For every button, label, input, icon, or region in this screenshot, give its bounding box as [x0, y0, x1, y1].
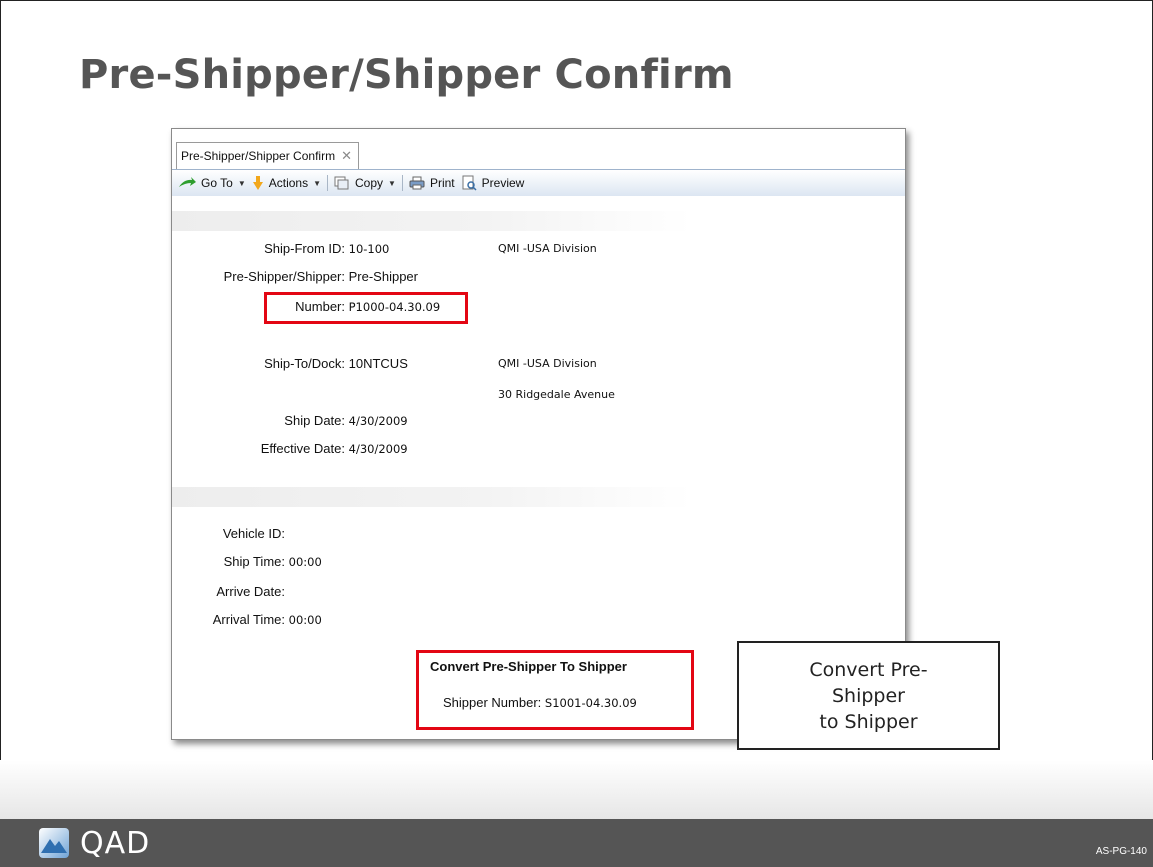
- footer-fade: [0, 760, 1153, 820]
- effective-date-field: Effective Date: 4/30/2009: [172, 441, 408, 456]
- ship-to-description-1: QMI -USA Division: [498, 357, 597, 370]
- number-highlight-box: [264, 292, 468, 324]
- printer-icon: [409, 176, 425, 190]
- vehicle-id-label: Vehicle ID:: [222, 526, 285, 541]
- ship-from-value[interactable]: 10-100: [349, 242, 390, 256]
- shipper-type-field: Pre-Shipper/Shipper: Pre-Shipper: [172, 269, 418, 284]
- arrival-time-label: Arrival Time:: [212, 612, 285, 627]
- vehicle-id-field: Vehicle ID:: [172, 526, 285, 541]
- print-label: Print: [429, 176, 455, 190]
- callout-line-2: Shipper: [831, 684, 905, 707]
- chevron-down-icon: ▼: [313, 178, 322, 188]
- ship-time-label: Ship Time:: [223, 554, 285, 569]
- actions-label: Actions: [268, 176, 309, 190]
- toolbar: Go To ▼ Actions ▼ Copy ▼ Print Preview: [172, 170, 905, 196]
- arrival-time-field: Arrival Time: 00:00: [172, 612, 322, 627]
- arrival-time-value[interactable]: 00:00: [289, 613, 322, 627]
- goto-label: Go To: [201, 176, 233, 190]
- effective-date-label: Effective Date:: [260, 441, 345, 456]
- callout-box: Convert Pre- Shipper to Shipper: [737, 641, 1000, 750]
- arrive-date-label: Arrive Date:: [216, 584, 285, 599]
- header-section-bar: [172, 211, 692, 231]
- preview-label: Preview: [481, 176, 525, 190]
- toolbar-divider: [401, 175, 403, 191]
- copy-icon: [334, 176, 349, 190]
- shipper-type-value[interactable]: Pre-Shipper: [349, 269, 418, 284]
- preview-icon: [462, 175, 477, 191]
- tab-label: Pre-Shipper/Shipper Confirm: [181, 149, 336, 163]
- ship-to-value[interactable]: 10NTCUS: [349, 356, 408, 371]
- ship-from-description: QMI -USA Division: [498, 242, 597, 255]
- convert-highlight-box: [416, 650, 694, 730]
- actions-icon: [252, 176, 263, 190]
- tab-strip: Pre-Shipper/Shipper Confirm ✕: [172, 129, 905, 170]
- chevron-down-icon: ▼: [388, 178, 396, 188]
- qad-logo: QAD: [38, 825, 151, 861]
- ship-date-field: Ship Date: 4/30/2009: [172, 413, 408, 428]
- ship-to-field: Ship-To/Dock: 10NTCUS: [172, 356, 408, 371]
- qad-logo-icon: [39, 828, 69, 858]
- shipper-type-label: Pre-Shipper/Shipper:: [223, 269, 345, 284]
- ship-date-value[interactable]: 4/30/2009: [349, 414, 408, 428]
- slide-title: Pre-Shipper/Shipper Confirm: [79, 52, 734, 98]
- arrive-date-field: Arrive Date:: [172, 584, 285, 599]
- tab-pre-shipper-confirm[interactable]: Pre-Shipper/Shipper Confirm ✕: [176, 142, 359, 169]
- callout-line-1: Convert Pre-: [809, 658, 928, 681]
- toolbar-divider: [327, 175, 329, 191]
- preview-button[interactable]: Preview: [461, 175, 525, 191]
- goto-button[interactable]: Go To ▼: [178, 176, 246, 190]
- ship-to-description-2: 30 Ridgedale Avenue: [498, 388, 615, 401]
- details-section-bar: [172, 487, 692, 507]
- ship-from-field: Ship-From ID: 10-100: [172, 241, 389, 256]
- copy-button[interactable]: Copy ▼: [334, 176, 396, 190]
- effective-date-value[interactable]: 4/30/2009: [349, 442, 408, 456]
- logo-text: QAD: [80, 825, 151, 861]
- goto-arrow-icon: [179, 177, 196, 187]
- actions-button[interactable]: Actions ▼: [252, 175, 321, 191]
- close-icon[interactable]: ✕: [341, 148, 352, 164]
- chevron-down-icon: ▼: [237, 178, 246, 188]
- ship-from-label: Ship-From ID:: [264, 241, 345, 256]
- print-button[interactable]: Print: [409, 176, 455, 190]
- ship-time-value[interactable]: 00:00: [289, 555, 322, 569]
- footer-bar: [0, 819, 1153, 867]
- callout-line-3: to Shipper: [819, 710, 918, 733]
- slide-code: AS-PG-140: [1095, 846, 1147, 857]
- ship-to-label: Ship-To/Dock:: [264, 356, 345, 371]
- ship-time-field: Ship Time: 00:00: [172, 554, 322, 569]
- copy-label: Copy: [355, 176, 384, 190]
- ship-date-label: Ship Date:: [284, 413, 345, 428]
